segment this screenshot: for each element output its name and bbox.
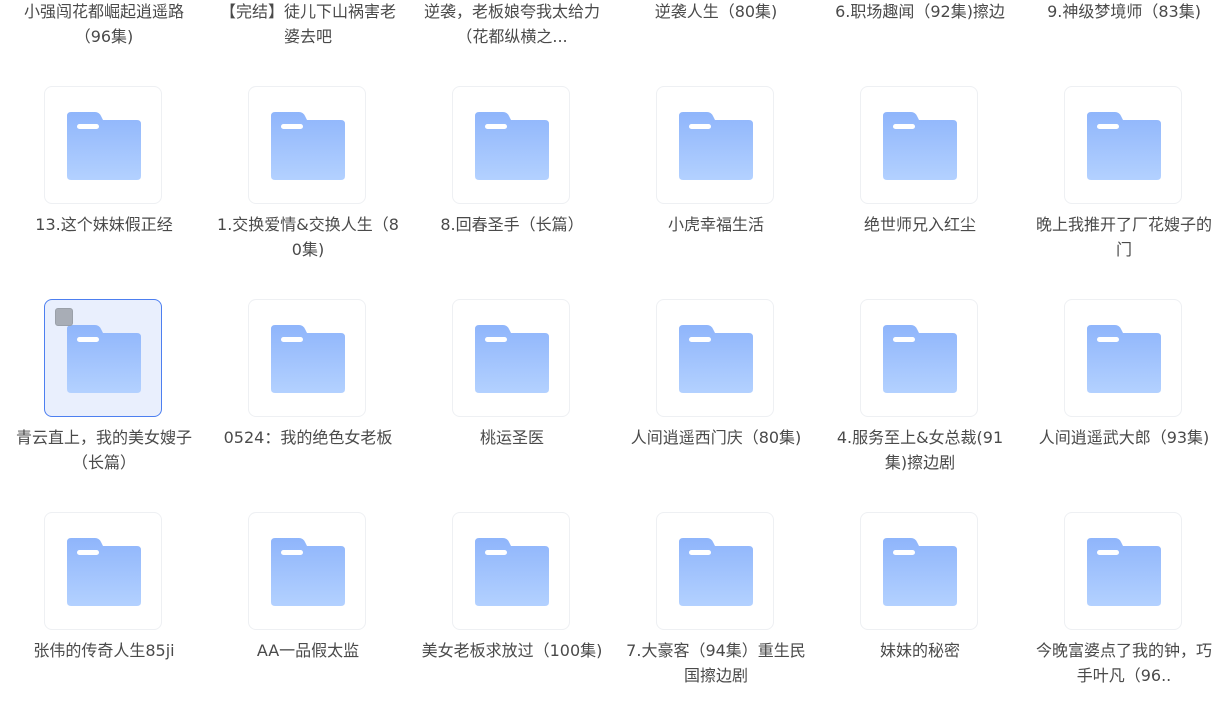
folder-thumbnail[interactable] bbox=[248, 512, 366, 630]
folder-thumbnail[interactable] bbox=[248, 299, 366, 417]
folder-label[interactable]: 人间逍遥西门庆（80集) bbox=[624, 425, 808, 450]
folder-item[interactable]: 桃运圣医 bbox=[410, 299, 614, 499]
folder-icon bbox=[65, 323, 143, 395]
folder-item[interactable]: 张伟的传奇人生85ji bbox=[2, 512, 206, 712]
folder-thumbnail[interactable] bbox=[44, 512, 162, 630]
folder-item[interactable]: 晚上我推开了厂花嫂子的门 bbox=[1022, 86, 1226, 286]
folder-item[interactable]: 人间逍遥西门庆（80集) bbox=[614, 299, 818, 499]
folder-item[interactable]: 人间逍遥武大郎（93集) bbox=[1022, 299, 1226, 499]
folder-icon bbox=[1085, 323, 1163, 395]
folder-item[interactable]: 1.交换爱情&交换人生（80集) bbox=[206, 86, 410, 286]
folder-thumbnail[interactable] bbox=[656, 299, 774, 417]
folder-label-top-2[interactable]: 逆袭，老板娘夸我太给力（花都纵横之... bbox=[420, 0, 604, 49]
folder-label[interactable]: 美女老板求放过（100集) bbox=[420, 638, 604, 663]
checkbox-icon[interactable] bbox=[55, 308, 73, 326]
folder-item[interactable]: 绝世师兄入红尘 bbox=[818, 86, 1022, 286]
folder-item[interactable]: 7.大豪客（94集）重生民国擦边剧 bbox=[614, 512, 818, 712]
folder-label[interactable]: 小虎幸福生活 bbox=[624, 212, 808, 237]
folder-label[interactable]: 0524：我的绝色女老板 bbox=[216, 425, 400, 450]
folder-label[interactable]: 7.大豪客（94集）重生民国擦边剧 bbox=[624, 638, 808, 688]
folder-thumbnail[interactable] bbox=[1064, 86, 1182, 204]
folder-item[interactable]: AA一品假太监 bbox=[206, 512, 410, 712]
folder-label-top-3[interactable]: 逆袭人生（80集) bbox=[624, 0, 808, 24]
folder-thumbnail[interactable] bbox=[248, 86, 366, 204]
folder-label[interactable]: 今晚富婆点了我的钟，巧手叶凡（96.. bbox=[1032, 638, 1216, 688]
folder-label[interactable]: 1.交换爱情&交换人生（80集) bbox=[216, 212, 400, 262]
folder-icon bbox=[677, 536, 755, 608]
folder-item[interactable]: 妹妹的秘密 bbox=[818, 512, 1022, 712]
folder-thumbnail[interactable] bbox=[44, 299, 162, 417]
folder-item[interactable]: 美女老板求放过（100集) bbox=[410, 512, 614, 712]
folder-icon bbox=[65, 536, 143, 608]
folder-label[interactable]: 4.服务至上&女总裁(91集)擦边剧 bbox=[828, 425, 1012, 475]
folder-item[interactable]: 4.服务至上&女总裁(91集)擦边剧 bbox=[818, 299, 1022, 499]
folder-icon bbox=[881, 323, 959, 395]
folder-label-top-5[interactable]: 9.神级梦境师（83集) bbox=[1032, 0, 1216, 24]
folder-label[interactable]: 晚上我推开了厂花嫂子的门 bbox=[1032, 212, 1216, 262]
folder-icon bbox=[881, 110, 959, 182]
folder-icon bbox=[1085, 110, 1163, 182]
folder-thumbnail[interactable] bbox=[860, 299, 978, 417]
folder-icon bbox=[65, 110, 143, 182]
folder-label[interactable]: 绝世师兄入红尘 bbox=[828, 212, 1012, 237]
folder-item[interactable]: 0524：我的绝色女老板 bbox=[206, 299, 410, 499]
folder-label[interactable]: 青云直上，我的美女嫂子（长篇） bbox=[12, 425, 196, 475]
folder-item[interactable]: 青云直上，我的美女嫂子（长篇） bbox=[2, 299, 206, 499]
folder-grid: 小强闯花都崛起逍遥路（96集) 【完结】徒儿下山祸害老婆去吧 逆袭，老板娘夸我太给力… bbox=[0, 0, 1230, 714]
folder-icon bbox=[881, 536, 959, 608]
folder-icon bbox=[473, 536, 551, 608]
folder-item[interactable]: 今晚富婆点了我的钟，巧手叶凡（96.. bbox=[1022, 512, 1226, 712]
folder-label[interactable]: 张伟的传奇人生85ji bbox=[12, 638, 196, 663]
folder-thumbnail[interactable] bbox=[860, 512, 978, 630]
folder-label-top-0[interactable]: 小强闯花都崛起逍遥路（96集) bbox=[12, 0, 196, 49]
folder-item[interactable]: 小虎幸福生活 bbox=[614, 86, 818, 286]
folder-icon bbox=[1085, 536, 1163, 608]
folder-thumbnail[interactable] bbox=[452, 512, 570, 630]
folder-thumbnail[interactable] bbox=[452, 86, 570, 204]
folder-thumbnail[interactable] bbox=[656, 512, 774, 630]
folder-icon bbox=[269, 536, 347, 608]
folder-item[interactable]: 8.回春圣手（长篇） bbox=[410, 86, 614, 286]
folder-label[interactable]: 妹妹的秘密 bbox=[828, 638, 1012, 663]
folder-icon bbox=[473, 110, 551, 182]
folder-label[interactable]: AA一品假太监 bbox=[216, 638, 400, 663]
folder-thumbnail[interactable] bbox=[1064, 299, 1182, 417]
folder-label-top-1[interactable]: 【完结】徒儿下山祸害老婆去吧 bbox=[216, 0, 400, 49]
folder-label[interactable]: 桃运圣医 bbox=[420, 425, 604, 450]
folder-icon bbox=[269, 110, 347, 182]
folder-icon bbox=[677, 110, 755, 182]
folder-thumbnail[interactable] bbox=[1064, 512, 1182, 630]
folder-thumbnail[interactable] bbox=[656, 86, 774, 204]
folder-label[interactable]: 人间逍遥武大郎（93集) bbox=[1032, 425, 1216, 450]
folder-icon bbox=[269, 323, 347, 395]
folder-icon bbox=[677, 323, 755, 395]
folder-label-top-4[interactable]: 6.职场趣闻（92集)擦边 bbox=[828, 0, 1012, 24]
folder-label[interactable]: 8.回春圣手（长篇） bbox=[420, 212, 604, 237]
folder-item[interactable]: 13.这个妹妹假正经 bbox=[2, 86, 206, 286]
folder-thumbnail[interactable] bbox=[860, 86, 978, 204]
folder-icon bbox=[473, 323, 551, 395]
folder-thumbnail[interactable] bbox=[44, 86, 162, 204]
folder-thumbnail[interactable] bbox=[452, 299, 570, 417]
folder-label[interactable]: 13.这个妹妹假正经 bbox=[12, 212, 196, 237]
